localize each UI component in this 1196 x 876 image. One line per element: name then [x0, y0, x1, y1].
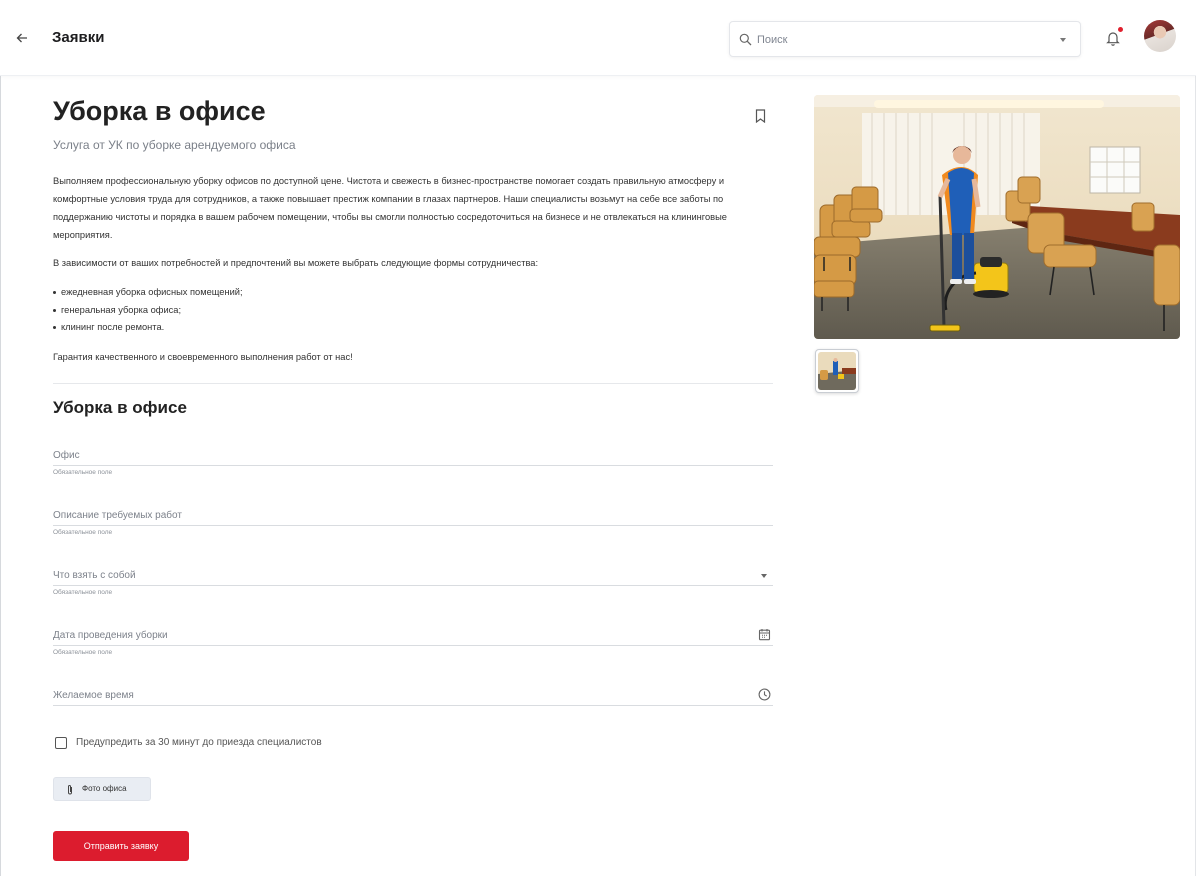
paperclip-icon — [68, 785, 72, 795]
cleaning-date-field[interactable]: Дата проведения уборки — [53, 626, 773, 646]
required-hint: Обязательное поле — [53, 589, 113, 596]
field-label: Дата проведения уборки — [53, 630, 168, 641]
description-paragraph-1: Выполняем профессиональную уборку офисов… — [53, 176, 727, 240]
calendar-icon[interactable] — [758, 628, 771, 641]
form-title: Уборка в офисе — [53, 398, 187, 417]
list-item: генеральная уборка офиса; — [53, 302, 653, 320]
desired-time-field[interactable]: Желаемое время — [53, 686, 773, 706]
user-avatar[interactable] — [1144, 20, 1176, 52]
field-label: Что взять с собой — [53, 570, 136, 581]
photo-thumbnail[interactable] — [815, 349, 859, 393]
cooperation-options-list: ежедневная уборка офисных помещений; ген… — [53, 284, 653, 337]
clock-icon[interactable] — [758, 688, 771, 701]
attach-photo-label: Фото офиса — [82, 784, 127, 793]
field-label: Описание требуемых работ — [53, 510, 182, 521]
search-icon — [739, 33, 752, 46]
submit-request-button[interactable]: Отправить заявку — [53, 831, 189, 861]
list-item: ежедневная уборка офисных помещений; — [53, 284, 653, 302]
bookmark-icon[interactable] — [755, 109, 766, 123]
field-label: Офис — [53, 450, 80, 461]
field-label: Желаемое время — [53, 690, 134, 701]
top-bar: Заявки — [0, 0, 1196, 76]
attach-photo-button[interactable]: Фото офиса — [53, 777, 151, 801]
notify-checkbox[interactable] — [55, 737, 67, 749]
description-paragraph-3: Гарантия качественного и своевременного … — [53, 352, 353, 362]
chevron-down-icon[interactable] — [761, 574, 767, 578]
notify-checkbox-label[interactable]: Предупредить за 30 минут до приезда спец… — [76, 737, 322, 748]
service-title: Уборка в офисе — [53, 96, 266, 126]
list-item: клининг после ремонта. — [53, 319, 653, 337]
description-paragraph-2: В зависимости от ваших потребностей и пр… — [53, 258, 539, 268]
search-dropdown-chevron-icon[interactable] — [1060, 38, 1066, 42]
notifications-button[interactable] — [1104, 27, 1123, 47]
page-title: Заявки — [52, 29, 105, 46]
section-divider — [53, 383, 773, 384]
service-subtitle: Услуга от УК по уборке арендуемого офиса — [53, 138, 296, 152]
service-photo — [814, 95, 1180, 339]
window-border-left — [0, 0, 1, 876]
notification-badge — [1118, 27, 1123, 32]
office-field[interactable]: Офис — [53, 446, 773, 466]
back-arrow-icon[interactable] — [14, 30, 30, 46]
required-hint: Обязательное поле — [53, 529, 113, 536]
search-input[interactable] — [757, 31, 1057, 49]
required-hint: Обязательное поле — [53, 469, 113, 476]
what-to-bring-select[interactable]: Что взять с собой — [53, 566, 773, 586]
search-box[interactable] — [729, 21, 1081, 57]
required-hint: Обязательное поле — [53, 649, 113, 656]
work-description-field[interactable]: Описание требуемых работ — [53, 506, 773, 526]
